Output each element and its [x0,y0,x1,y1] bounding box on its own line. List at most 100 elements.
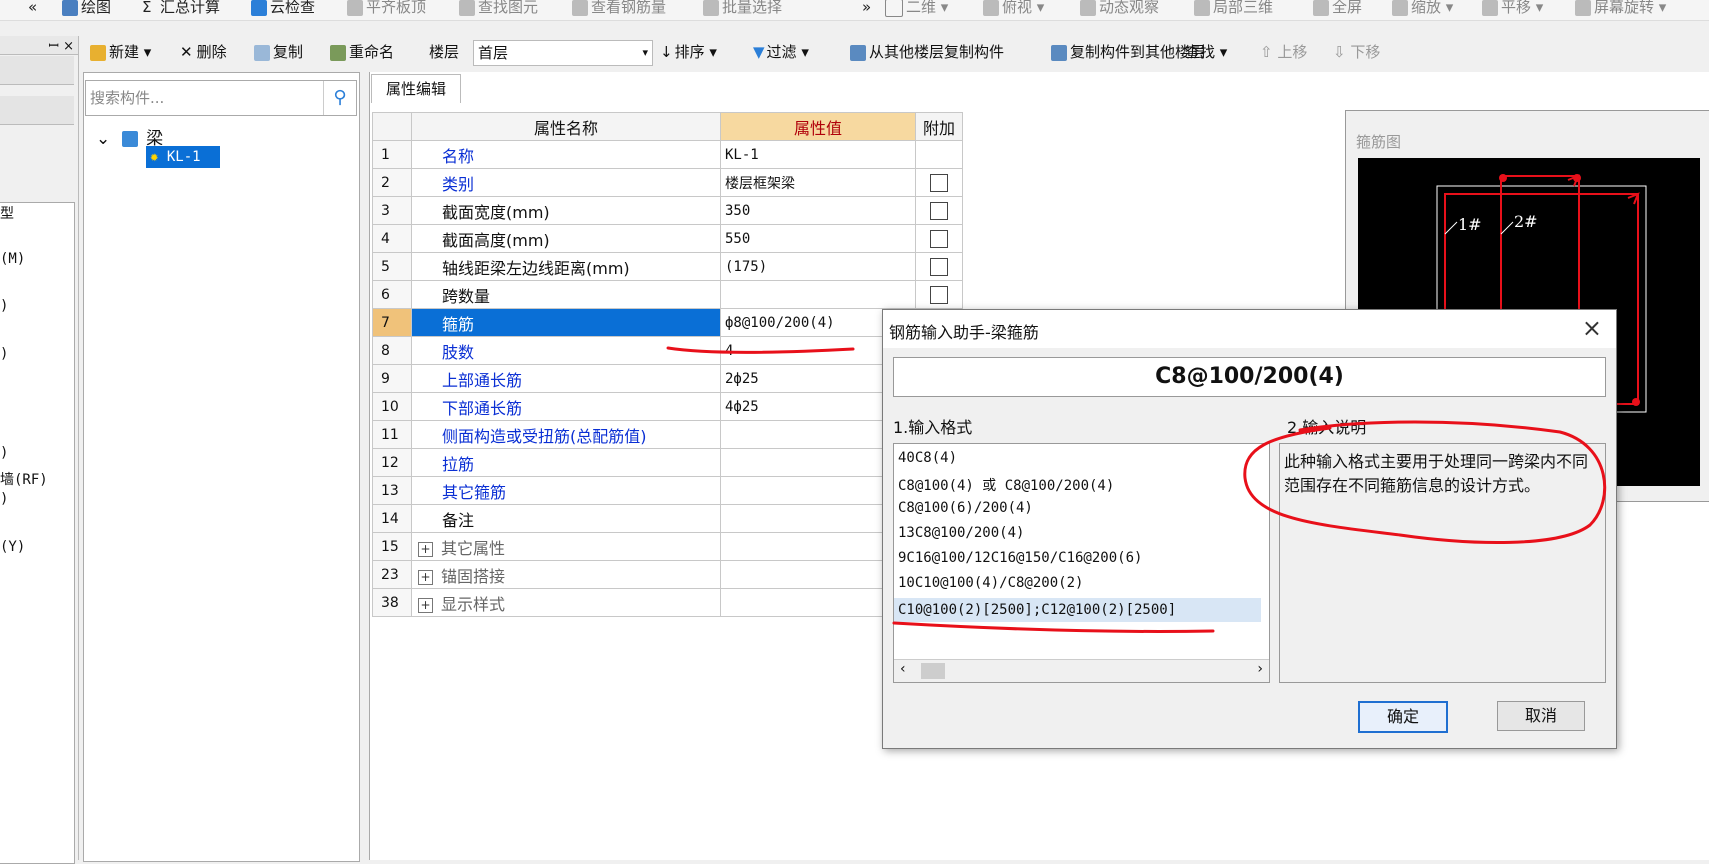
extra-checkbox[interactable] [930,202,948,221]
list-item[interactable]: ) [0,298,8,314]
zoom-button[interactable]: 缩放 ▾ [1392,0,1453,20]
filter-button[interactable]: ▼ 过滤 ▾ [753,40,809,64]
delete-button[interactable]: ✕ 删除 [180,40,227,64]
panel-pin-close[interactable]: ꟷ × [48,36,74,54]
dialog-titlebar[interactable]: 钢筋输入助手-梁箍筋 × [883,310,1616,348]
table-row[interactable]: 10 下部通长筋 4ф25 [372,392,963,421]
find-icon [459,0,475,16]
close-icon[interactable]: × [1582,314,1602,342]
format-item[interactable]: 13C8@100/200(4) [898,525,1024,541]
toolbar-overflow-right[interactable]: » [862,0,871,20]
cancel-button[interactable]: 取消 [1497,701,1585,731]
format-item-selected[interactable]: C10@100(2)[2500];C12@100(2)[2500] [894,598,1261,622]
list-item[interactable]: 型 [0,203,14,223]
search-input[interactable]: 搜索构件... ⚲ [85,80,357,116]
list-item[interactable]: ) [0,346,8,362]
view-rebar-label: 查看钢筋量 [591,0,667,16]
list-item[interactable]: (Y) [0,539,25,555]
extra-checkbox[interactable] [930,174,948,193]
local-3d-button[interactable]: 局部三维 [1194,0,1273,20]
align-slab-label: 平齐板顶 [366,0,427,16]
fullscreen-button[interactable]: 全屏 [1313,0,1362,20]
sort-button[interactable]: ↓ 排序 ▾ [660,40,717,64]
table-row[interactable]: 2 类别 楼层框架梁 [372,168,963,197]
ok-button[interactable]: 确定 [1358,701,1448,733]
property-value[interactable]: KL-1 [720,140,916,169]
table-row-group[interactable]: 38 + 显示样式 [372,588,963,617]
table-row[interactable]: 14 备注 [372,504,963,533]
top-view-button[interactable]: 俯视 ▾ [983,0,1044,20]
table-row-selected[interactable]: 7 箍筋 ф8@100/200(4) [372,308,963,337]
copy-to-floor-button[interactable]: 复制构件到其他楼层 [1051,40,1205,64]
format-item[interactable]: 9C16@100/12C16@150/C16@200(6) [898,550,1142,566]
property-value[interactable]: (175) [720,252,916,281]
arrow-up-icon: ⇧ [1260,43,1278,61]
expand-icon[interactable]: + [418,597,433,613]
table-row[interactable]: 3 截面宽度(mm) 350 [372,196,963,225]
find-button[interactable]: 查找 ▾ [1185,40,1227,64]
table-row[interactable]: 5 轴线距梁左边线距离(mm) (175) [372,252,963,281]
list-item[interactable]: ) [0,445,8,461]
table-row[interactable]: 12 拉筋 [372,448,963,477]
horizontal-scrollbar[interactable]: ‹ › [894,659,1269,682]
left-panel-row[interactable] [0,96,74,125]
tree-node-kl1[interactable]: ✹ KL-1 [146,146,220,168]
batch-select-button[interactable]: 批量选择 [703,0,782,20]
table-row-group[interactable]: 15 + 其它属性 [372,532,963,561]
toolbar-overflow-left[interactable]: « [28,0,37,20]
rename-button[interactable]: 重命名 [330,40,394,64]
list-item[interactable]: ) [0,491,8,507]
table-row[interactable]: 11 侧面构造或受扭筋(总配筋值) [372,420,963,449]
pan-button[interactable]: 平移 ▾ [1482,0,1543,20]
move-down-button[interactable]: ⇩ 下移 [1333,40,1380,64]
align-slab-button[interactable]: 平齐板顶 [347,0,426,20]
formula-display[interactable]: C8@100/200(4) [893,357,1606,397]
row-number: 6 [372,280,412,309]
chevron-right-icon[interactable]: › [1257,661,1263,677]
floor-select[interactable]: 首层 ▾ [473,40,653,66]
format-item[interactable]: C8@100(4) 或 C8@100/200(4) [898,475,1114,495]
expand-icon[interactable]: + [418,541,433,557]
format-item[interactable]: C8@100(6)/200(4) [898,500,1033,516]
chevron-down-icon[interactable]: ⌄ [96,129,110,149]
new-button[interactable]: 新建 ▾ [90,40,151,64]
summary-calc-button[interactable]: 汇总计算 [160,0,220,20]
property-group-label: 其它属性 [441,538,506,558]
table-row[interactable]: 13 其它箍筋 [372,476,963,505]
search-icon[interactable]: ⚲ [323,81,356,115]
view-mode-dropdown[interactable]: 二维 ▾ [885,0,948,20]
orbit-button[interactable]: 动态观察 [1080,0,1159,20]
property-value[interactable] [720,280,916,309]
extra-checkbox[interactable] [930,258,948,277]
extra-checkbox[interactable] [930,286,948,305]
table-row[interactable]: 1 名称 KL-1 [372,140,963,169]
chevron-left-icon[interactable]: ‹ [900,661,906,677]
find-element-button[interactable]: 查找图元 [459,0,538,20]
table-row-group[interactable]: 23 + 锚固搭接 [372,560,963,589]
table-row[interactable]: 8 肢数 4 [372,336,963,365]
tab-property-edit[interactable]: 属性编辑 [371,74,461,103]
copy-button[interactable]: 复制 [254,40,303,64]
property-value[interactable]: 楼层框架梁 [720,168,916,197]
left-panel-row[interactable] [0,56,74,85]
property-value[interactable]: 550 [720,224,916,253]
property-value[interactable]: 350 [720,196,916,225]
list-item[interactable]: 墙(RF) [0,469,48,489]
list-item[interactable]: (M) [0,251,25,267]
cloud-check-button[interactable]: 云检查 [251,0,315,20]
table-row[interactable]: 4 截面高度(mm) 550 [372,224,963,253]
view-rebar-button[interactable]: 查看钢筋量 [572,0,666,20]
table-row[interactable]: 6 跨数量 [372,280,963,309]
table-row[interactable]: 9 上部通长筋 2ф25 [372,364,963,393]
expand-icon[interactable]: + [418,569,433,585]
filter-icon: ▼ [753,43,765,61]
property-name: 其它箍筋 [411,476,721,505]
screen-rotate-button[interactable]: 屏幕旋转 ▾ [1575,0,1666,20]
extra-checkbox[interactable] [930,230,948,249]
format-item[interactable]: 40C8(4) [898,450,957,466]
copy-from-floor-button[interactable]: 从其他楼层复制构件 [850,40,1004,64]
scrollbar-thumb[interactable] [921,663,945,679]
draw-button[interactable]: 绘图 [62,0,111,20]
format-item[interactable]: 10C10@100(4)/C8@200(2) [898,575,1083,591]
move-up-button[interactable]: ⇧ 上移 [1260,40,1307,64]
